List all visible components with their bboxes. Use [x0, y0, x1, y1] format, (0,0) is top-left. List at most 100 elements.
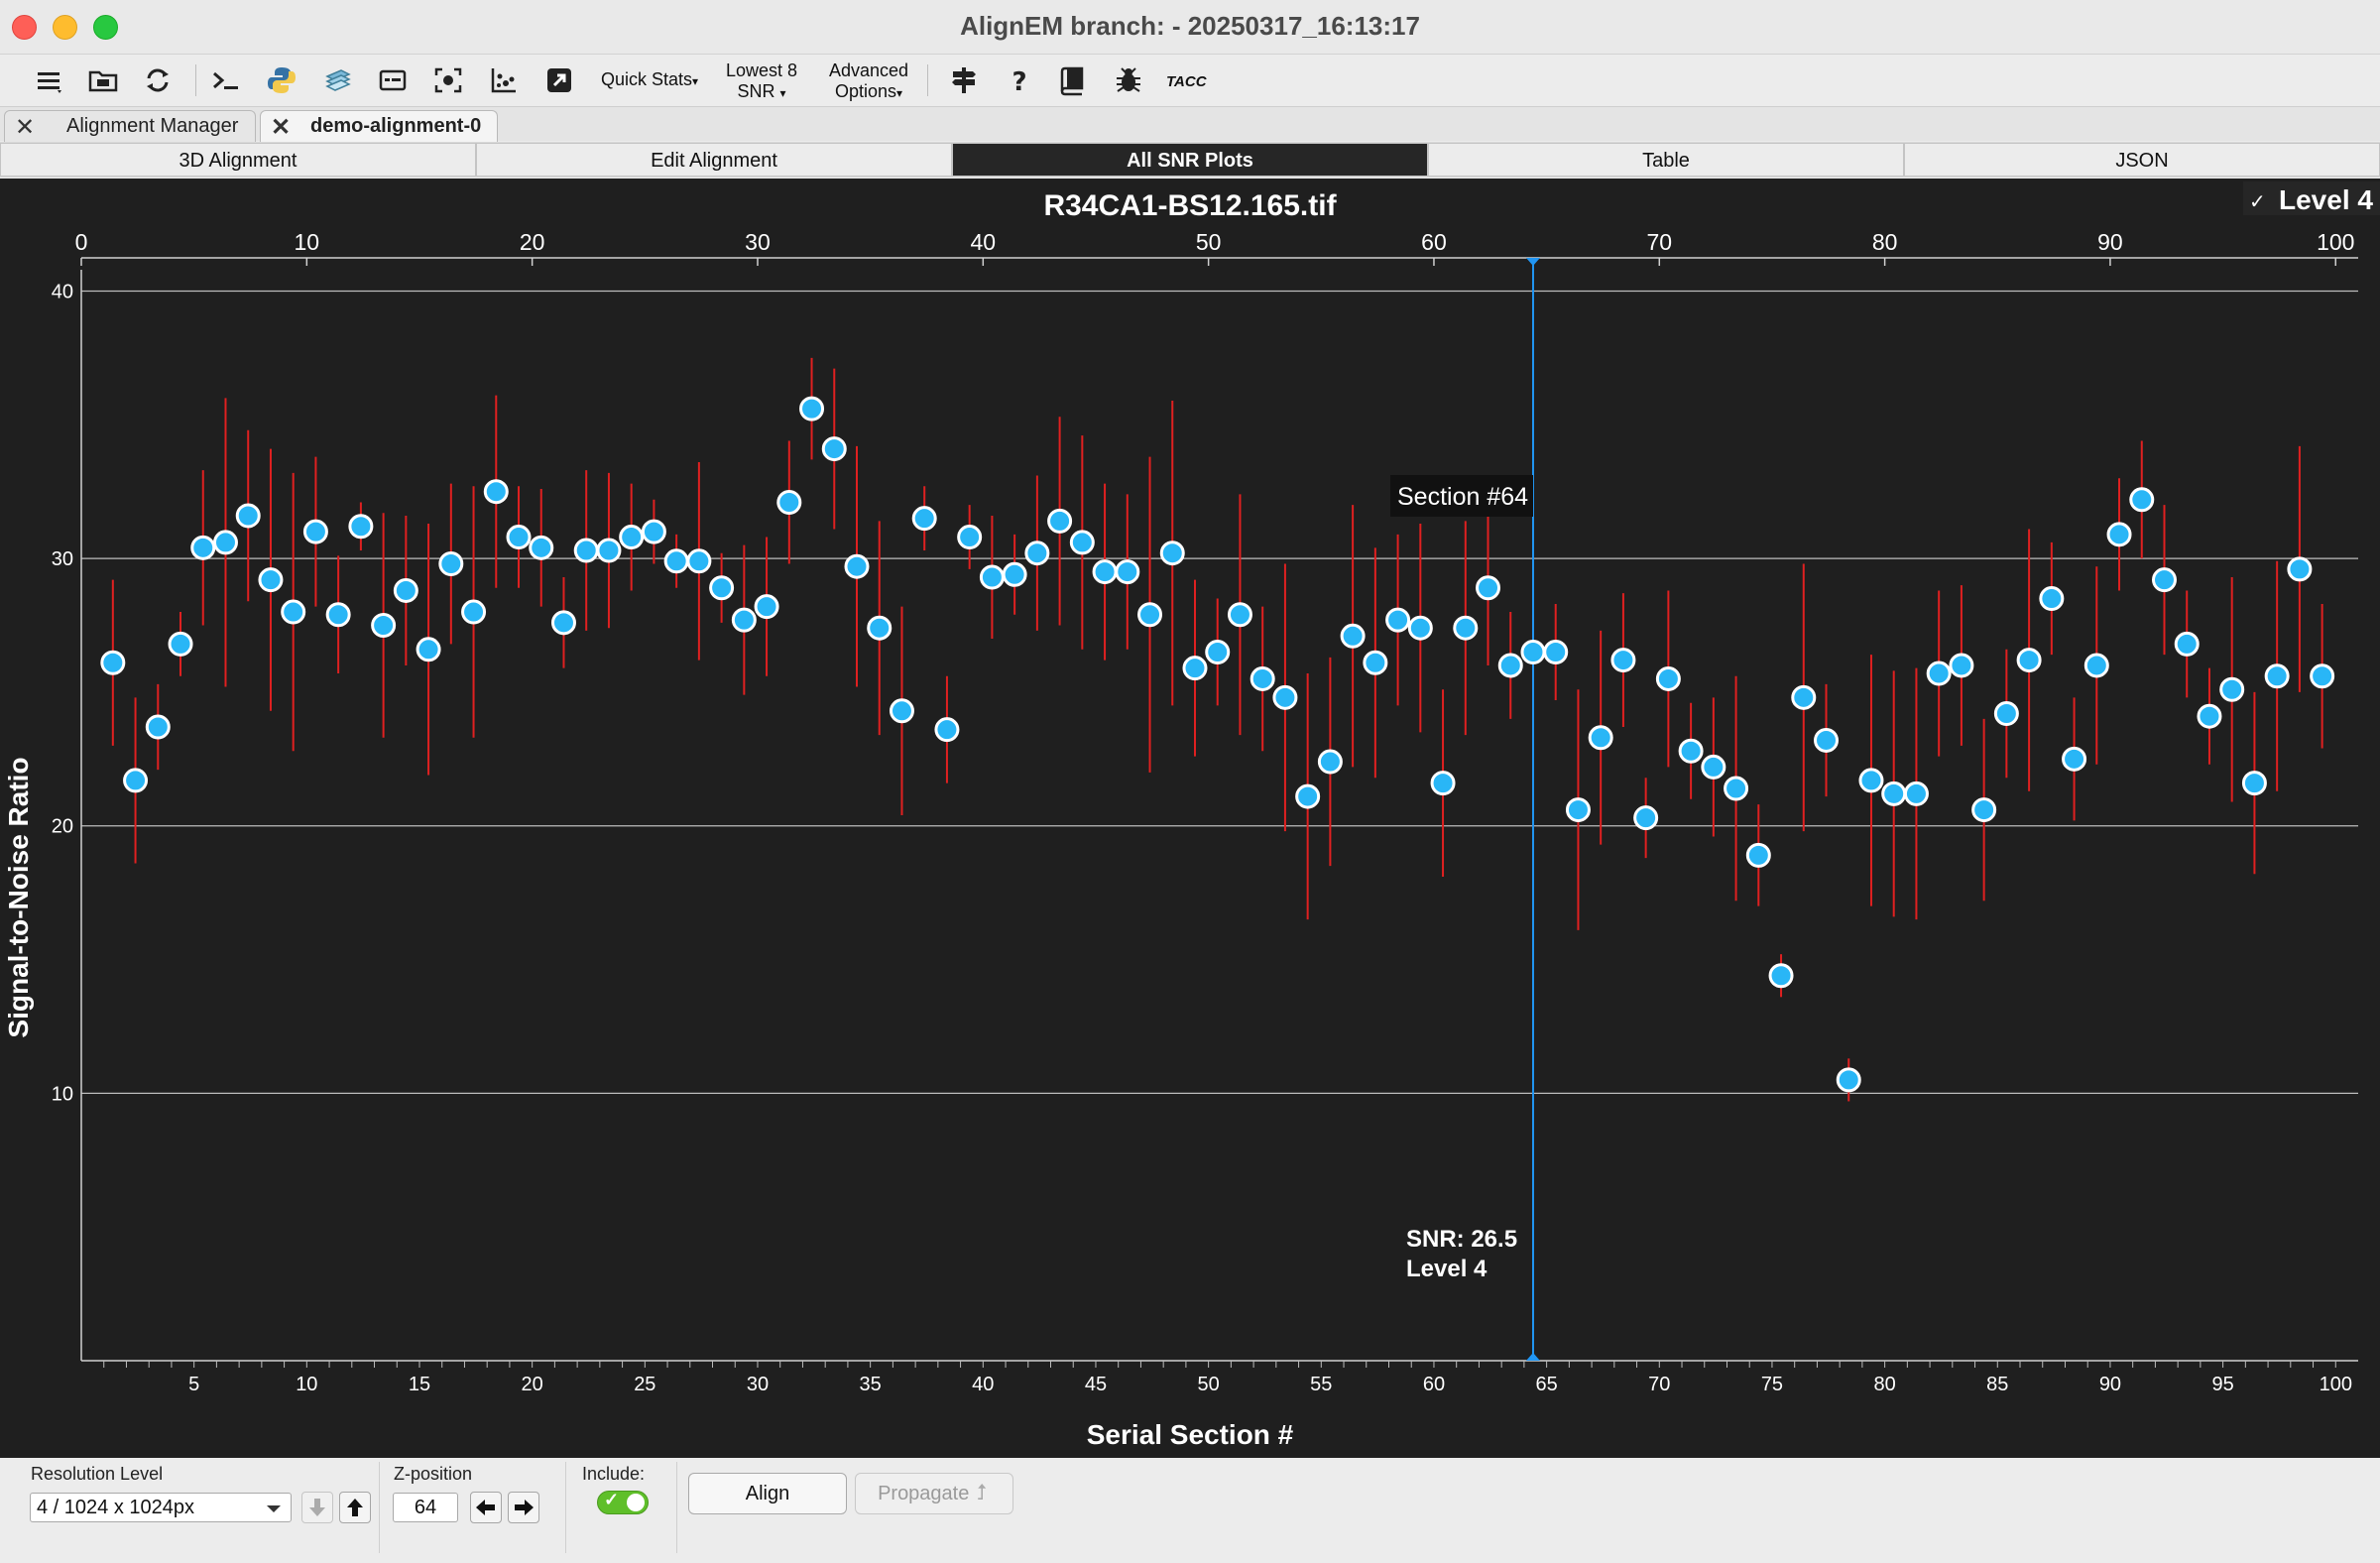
data-point: [1024, 541, 1050, 566]
tab-edit-alignment[interactable]: Edit Alignment: [476, 143, 952, 177]
data-point: [529, 535, 554, 560]
tab-table[interactable]: Table: [1428, 143, 1904, 177]
data-point: [1926, 661, 1952, 686]
data-point: [2287, 556, 2313, 582]
snr-scatter-plot[interactable]: 10 20 30 40 0 10 20 30 40 50 60 70 80 90 100 5 10 15 20 25 3…: [0, 179, 2380, 1458]
top-tick-label: 0: [75, 229, 88, 255]
data-point: [100, 650, 126, 675]
data-point: [934, 717, 960, 743]
close-tab-icon[interactable]: ✕: [271, 113, 291, 142]
data-point: [371, 613, 397, 639]
include-label: Include:: [582, 1464, 646, 1484]
top-tick-label: 50: [1196, 229, 1222, 255]
data-point: [889, 698, 914, 724]
align-button[interactable]: Align: [688, 1473, 847, 1514]
data-point: [731, 607, 757, 633]
lowest-snr-button[interactable]: Lowest 8 SNR ▾: [722, 60, 801, 104]
refresh-icon[interactable]: [140, 62, 176, 98]
arrow-right-icon: [515, 1500, 534, 1515]
export-icon[interactable]: [541, 62, 577, 98]
menu-icon[interactable]: [32, 62, 67, 98]
propagate-icon: [978, 1484, 987, 1500]
signpost-icon[interactable]: [946, 62, 982, 98]
tab-alignment-manager[interactable]: ✕ Alignment Manager: [4, 110, 256, 142]
top-tick-label: 20: [520, 229, 545, 255]
snr-plot-panel: 10 20 30 40 0 10 20 30 40 50 60 70 80 90 100 5 10 15 20 25 3…: [0, 179, 2380, 1458]
data-point: [1949, 653, 1974, 678]
data-point: [1814, 727, 1840, 753]
focus-icon[interactable]: [430, 62, 466, 98]
tab-3d-alignment[interactable]: 3D Alignment: [0, 143, 476, 177]
section-tooltip: Section #64: [1397, 483, 1528, 511]
chevron-down-icon: [261, 1499, 287, 1518]
data-point: [1836, 1067, 1861, 1093]
data-point: [145, 714, 171, 740]
help-icon[interactable]: ?: [1002, 62, 1037, 98]
data-point: [1002, 561, 1027, 587]
data-point: [1655, 665, 1681, 691]
tab-all-snr-plots[interactable]: All SNR Plots: [952, 143, 1428, 177]
y-axis-label: Signal-to-Noise Ratio: [3, 757, 34, 1037]
tacc-logo[interactable]: TACC: [1166, 71, 1207, 92]
data-point: [235, 503, 261, 529]
data-point: [663, 548, 689, 574]
data-point: [506, 525, 532, 550]
data-point: [2016, 648, 2042, 673]
bottom-tick-label: 10: [296, 1374, 317, 1395]
level-checkbox-label[interactable]: Level 4: [2279, 184, 2373, 215]
bottom-tick-label: 85: [1986, 1374, 2008, 1395]
data-point: [1768, 963, 1794, 989]
data-point: [979, 564, 1005, 590]
layers-icon[interactable]: [319, 62, 355, 98]
data-point: [550, 610, 576, 636]
data-point: [957, 525, 983, 550]
data-point: [2062, 746, 2087, 772]
z-position-input[interactable]: 64: [393, 1493, 458, 1522]
tab-json[interactable]: JSON: [1904, 143, 2380, 177]
data-point: [1159, 541, 1185, 566]
scatter-plot-icon[interactable]: [486, 62, 522, 98]
previous-section-button[interactable]: [470, 1492, 502, 1523]
bottom-tick-label: 65: [1535, 1374, 1557, 1395]
bottom-tick-label: 100: [2320, 1374, 2352, 1395]
close-tab-icon[interactable]: ✕: [15, 113, 35, 142]
window-icon[interactable]: [375, 62, 411, 98]
top-tick-label: 80: [1872, 229, 1898, 255]
level-down-button[interactable]: [301, 1492, 333, 1523]
next-section-button[interactable]: [508, 1492, 539, 1523]
toolbar: Quick Stats▾ Lowest 8 SNR ▾ Advanced Opt…: [0, 55, 2380, 107]
level-up-button[interactable]: [339, 1492, 371, 1523]
python-icon[interactable]: [264, 62, 299, 98]
folder-icon[interactable]: [85, 62, 121, 98]
terminal-icon[interactable]: [208, 62, 244, 98]
book-icon[interactable]: [1055, 62, 1091, 98]
data-point: [393, 577, 418, 603]
tab-demo-alignment[interactable]: ✕ demo-alignment-0: [260, 110, 498, 142]
data-point: [1701, 754, 1726, 780]
advanced-options-button[interactable]: Advanced Options▾: [823, 60, 914, 104]
data-point: [1633, 805, 1659, 831]
data-point: [281, 599, 306, 625]
bug-icon[interactable]: [1111, 62, 1146, 98]
data-point: [1858, 768, 1884, 793]
arrow-up-icon: [347, 1499, 363, 1516]
data-point: [1520, 639, 1546, 664]
data-point: [1340, 623, 1366, 649]
include-toggle[interactable]: ✓: [597, 1490, 649, 1514]
data-point: [686, 548, 712, 574]
bottom-tick-label: 50: [1198, 1374, 1220, 1395]
data-point: [754, 594, 779, 620]
data-point: [776, 489, 802, 515]
data-point: [1881, 781, 1907, 806]
data-point: [123, 768, 149, 793]
resolution-level-select[interactable]: 4 / 1024 x 1024px: [30, 1493, 292, 1522]
quick-stats-button[interactable]: Quick Stats▾: [601, 69, 698, 92]
bottom-tick-label: 70: [1648, 1374, 1670, 1395]
propagate-button[interactable]: Propagate: [855, 1473, 1013, 1514]
data-point: [1791, 684, 1817, 710]
bottom-tick-label: 30: [747, 1374, 769, 1395]
data-point: [1385, 607, 1411, 633]
data-point: [1205, 639, 1231, 664]
bottom-tick-label: 35: [860, 1374, 882, 1395]
level-check-mark[interactable]: ✓: [2249, 189, 2266, 213]
